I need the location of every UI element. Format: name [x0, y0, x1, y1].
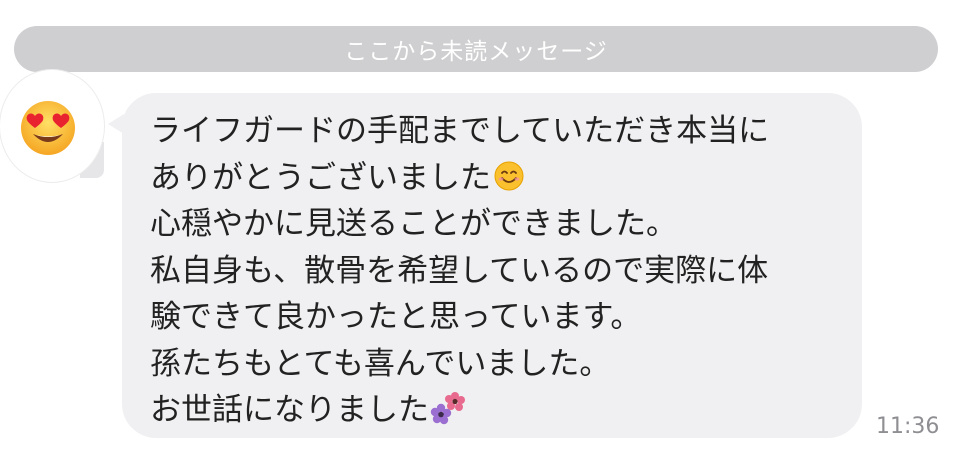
message-line-5: 験できて良かったと思っています。 — [150, 299, 642, 335]
chat-screen: ここから未読メッセージ ライフガードの手配までしていただき本当に ありがとうござ… — [0, 0, 956, 457]
message-line-4: 私自身も、散骨を希望しているので実際に体 — [150, 252, 769, 289]
avatar[interactable] — [0, 70, 104, 182]
heart-eyes-emoji-icon — [21, 101, 75, 155]
message-text: ライフガードの手配までしていただき本当に ありがとうございました 心穏やかに見送… — [150, 108, 850, 434]
message-line-2-wrap: ありがとうございました — [150, 155, 850, 202]
sender-avatar-container[interactable] — [0, 70, 112, 186]
message-line-1: ライフガードの手配までしていただき本当に — [150, 113, 770, 149]
unread-messages-divider: ここから未読メッセージ — [14, 26, 938, 72]
message-line-7-wrap: お世話になりました — [150, 387, 850, 434]
unread-divider-label: ここから未読メッセージ — [344, 39, 608, 65]
message-line-3: 心穏やかに見送ることができました。 — [150, 206, 677, 242]
message-line-6: 孫たちもとても喜んでいました。 — [150, 345, 611, 382]
flowers-emoji-icon — [430, 392, 465, 425]
message-line-7: お世話になりました — [150, 392, 429, 428]
smiling-face-emoji-icon — [494, 161, 524, 190]
message-timestamp: 11:36 — [876, 414, 940, 439]
message-line-2: ありがとうございました — [150, 159, 491, 196]
